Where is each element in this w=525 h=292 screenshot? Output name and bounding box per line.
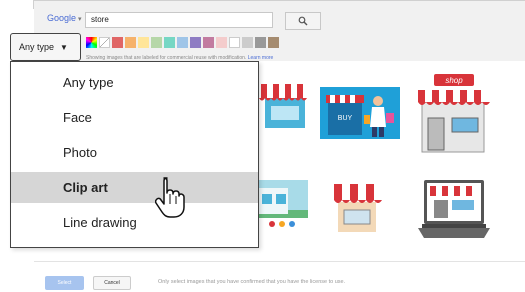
color-swatch[interactable] bbox=[138, 37, 149, 48]
color-swatch[interactable] bbox=[255, 37, 266, 48]
any-type-label: Any type bbox=[19, 42, 55, 52]
buy-label: BUY bbox=[338, 115, 353, 122]
thumbnail-awning-store[interactable] bbox=[255, 80, 307, 132]
color-swatch-transparent[interactable] bbox=[99, 37, 110, 48]
search-query: store bbox=[91, 15, 109, 24]
color-swatch[interactable] bbox=[203, 37, 214, 48]
thumbnail-store-illustration[interactable] bbox=[254, 180, 308, 232]
search-button[interactable] bbox=[285, 12, 321, 30]
thumbnail-shop-sign[interactable]: shop bbox=[416, 72, 490, 154]
menu-item-clip-art[interactable]: Clip art bbox=[11, 172, 258, 203]
thumbnail-buy-shopping[interactable]: BUY bbox=[320, 87, 400, 139]
color-swatch-full[interactable] bbox=[86, 37, 97, 48]
select-button[interactable]: Select bbox=[45, 276, 84, 290]
search-input[interactable]: store bbox=[85, 12, 273, 28]
footer-divider bbox=[34, 261, 525, 262]
menu-item-line-drawing[interactable]: Line drawing bbox=[11, 207, 258, 238]
color-swatch[interactable] bbox=[190, 37, 201, 48]
shop-sign-text: shop bbox=[445, 76, 463, 85]
color-swatch[interactable] bbox=[242, 37, 253, 48]
color-swatch[interactable] bbox=[112, 37, 123, 48]
color-swatch[interactable] bbox=[151, 37, 162, 48]
menu-item-any-type[interactable]: Any type bbox=[11, 67, 258, 98]
hand-cursor-icon bbox=[155, 177, 185, 218]
color-swatch[interactable] bbox=[268, 37, 279, 48]
thumbnail-laptop-store[interactable] bbox=[418, 174, 490, 244]
color-swatch[interactable] bbox=[125, 37, 136, 48]
color-swatch[interactable] bbox=[177, 37, 188, 48]
dropdown-arrow-icon: ▼ bbox=[60, 42, 68, 52]
color-swatch[interactable] bbox=[164, 37, 175, 48]
thumbnail-red-awning-store[interactable] bbox=[330, 180, 384, 236]
google-logo[interactable]: Google ▾ bbox=[47, 13, 82, 23]
magnifier-icon bbox=[298, 16, 308, 26]
license-footer-note: Only select images that you have confirm… bbox=[158, 279, 346, 285]
cancel-button[interactable]: Cancel bbox=[93, 276, 131, 290]
color-swatch[interactable] bbox=[216, 37, 227, 48]
any-type-button[interactable]: Any type ▼ bbox=[10, 33, 81, 61]
search-toolbar bbox=[34, 1, 525, 61]
menu-item-photo[interactable]: Photo bbox=[11, 137, 258, 168]
color-swatch[interactable] bbox=[229, 37, 240, 48]
menu-item-face[interactable]: Face bbox=[11, 102, 258, 133]
type-dropdown-menu: Any type Face Photo Clip art Line drawin… bbox=[10, 61, 259, 248]
color-filter bbox=[86, 37, 279, 48]
